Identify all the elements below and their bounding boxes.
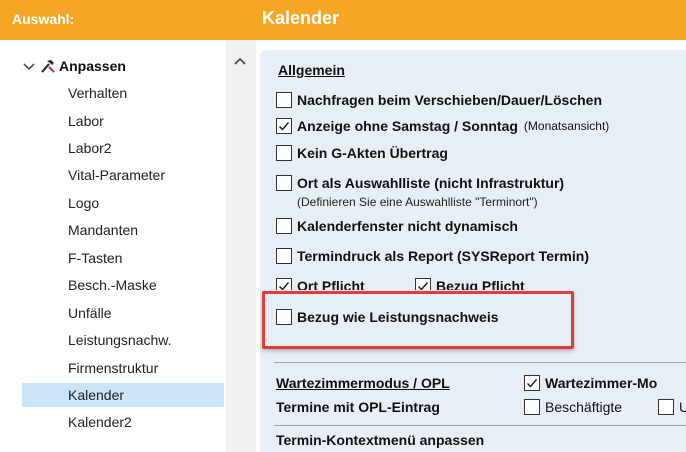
checkmark-icon bbox=[278, 282, 290, 290]
option-u-label: U bbox=[679, 399, 686, 415]
checkbox-location-required[interactable] bbox=[276, 278, 292, 290]
checkmark-icon bbox=[526, 379, 538, 388]
tree-node-anpassen[interactable]: Anpassen bbox=[22, 56, 126, 76]
option-reference-required-label: Bezug Pflicht bbox=[436, 278, 525, 290]
option-not-dynamic-label: Kalenderfenster nicht dynamisch bbox=[297, 218, 518, 234]
location-list-hint: (Definieren Sie eine Auswahlliste "Termi… bbox=[297, 195, 538, 209]
option-location-list[interactable]: Ort als Auswahlliste (nicht Infrastruktu… bbox=[276, 173, 564, 193]
sidebar-item-kalender[interactable]: Kalender bbox=[22, 383, 224, 407]
option-location-required-label: Ort Pflicht bbox=[297, 278, 365, 290]
option-reference-required[interactable]: Bezug Pflicht bbox=[415, 278, 525, 290]
settings-content: Allgemein Nachfragen beim Verschieben/Da… bbox=[256, 40, 686, 452]
option-employed-label: Beschäftigte bbox=[545, 399, 623, 415]
sidebar-scrollbar[interactable] bbox=[226, 40, 256, 452]
sidebar-item-leistungsnachw[interactable]: Leistungsnachw. bbox=[22, 328, 224, 352]
section-divider-2 bbox=[274, 425, 686, 426]
section-title-waiting-room: Wartezimmermodus / OPL bbox=[276, 375, 450, 391]
option-u[interactable]: U bbox=[658, 397, 686, 417]
checkmark-icon bbox=[417, 282, 429, 290]
chevron-down-icon[interactable] bbox=[22, 59, 36, 73]
sidebar-tree: Anpassen Verhalten Labor Labor2 Vital-Pa… bbox=[0, 40, 226, 452]
scroll-up-arrow-icon[interactable] bbox=[234, 56, 246, 66]
option-location-required[interactable]: Ort Pflicht bbox=[276, 278, 365, 290]
checkbox-hide-weekend[interactable] bbox=[276, 118, 292, 134]
option-not-dynamic[interactable]: Kalenderfenster nicht dynamisch bbox=[276, 216, 518, 236]
option-no-g-file-label: Kein G-Akten Übertrag bbox=[297, 145, 448, 161]
option-hide-weekend[interactable]: Anzeige ohne Samstag / Sonntag (Monatsan… bbox=[276, 116, 609, 136]
option-no-g-file[interactable]: Kein G-Akten Übertrag bbox=[276, 143, 448, 163]
sidebar-item-kalender2[interactable]: Kalender2 bbox=[22, 410, 224, 434]
option-print-report[interactable]: Termindruck als Report (SYSReport Termin… bbox=[276, 246, 589, 266]
sidebar-item-firmenstruktur[interactable]: Firmenstruktur bbox=[22, 356, 224, 380]
checkbox-not-dynamic[interactable] bbox=[276, 218, 292, 234]
sidebar-item-besch-maske[interactable]: Besch.-Maske bbox=[22, 273, 224, 297]
page-title: Kalender bbox=[262, 8, 340, 28]
highlight-box bbox=[262, 291, 574, 349]
checkbox-u[interactable] bbox=[658, 399, 674, 415]
sidebar-item-mandanten[interactable]: Mandanten bbox=[22, 218, 224, 242]
sidebar-item-unfaelle[interactable]: Unfälle bbox=[22, 301, 224, 325]
tools-icon bbox=[41, 60, 55, 73]
opl-appointments-label: Termine mit OPL-Eintrag bbox=[276, 399, 440, 415]
checkbox-waiting-room-mode[interactable] bbox=[524, 375, 540, 391]
checkbox-location-list[interactable] bbox=[276, 175, 292, 191]
settings-panel: Allgemein Nachfragen beim Verschieben/Da… bbox=[260, 50, 686, 452]
option-confirm-move-label: Nachfragen beim Verschieben/Dauer/Lösche… bbox=[297, 92, 602, 108]
sidebar-item-verhalten[interactable]: Verhalten bbox=[22, 81, 224, 105]
selection-heading: Auswahl: bbox=[12, 11, 75, 27]
option-hide-weekend-note: (Monatsansicht) bbox=[523, 119, 610, 133]
section-title-general: Allgemein bbox=[278, 62, 345, 78]
sidebar-item-logo[interactable]: Logo bbox=[22, 191, 224, 215]
sidebar-item-f-tasten[interactable]: F-Tasten bbox=[22, 246, 224, 270]
option-employed[interactable]: Beschäftigte bbox=[524, 397, 622, 417]
section-divider bbox=[274, 362, 686, 363]
checkbox-confirm-move[interactable] bbox=[276, 92, 292, 108]
checkbox-no-g-file[interactable] bbox=[276, 145, 292, 161]
section-title-context-menu: Termin-Kontextmenü anpassen bbox=[276, 432, 485, 448]
option-location-list-label: Ort als Auswahlliste (nicht Infrastruktu… bbox=[297, 175, 565, 191]
sidebar-item-labor2[interactable]: Labor2 bbox=[22, 136, 224, 160]
sidebar-item-labor[interactable]: Labor bbox=[22, 109, 224, 133]
checkbox-employed[interactable] bbox=[524, 399, 540, 415]
tree-root-label: Anpassen bbox=[59, 58, 126, 74]
checkmark-icon bbox=[278, 122, 290, 131]
option-waiting-room-mode[interactable]: Wartezimmer-Mo bbox=[524, 373, 657, 393]
option-print-report-label: Termindruck als Report (SYSReport Termin… bbox=[297, 248, 589, 264]
option-hide-weekend-label: Anzeige ohne Samstag / Sonntag bbox=[297, 118, 518, 134]
option-waiting-room-mode-label: Wartezimmer-Mo bbox=[545, 375, 658, 391]
checkbox-print-report[interactable] bbox=[276, 248, 292, 264]
sidebar-item-vital-parameter[interactable]: Vital-Parameter bbox=[22, 163, 224, 187]
option-confirm-move[interactable]: Nachfragen beim Verschieben/Dauer/Lösche… bbox=[276, 90, 602, 110]
checkbox-reference-required[interactable] bbox=[415, 278, 431, 290]
header-bar: Auswahl: Kalender bbox=[0, 0, 686, 40]
